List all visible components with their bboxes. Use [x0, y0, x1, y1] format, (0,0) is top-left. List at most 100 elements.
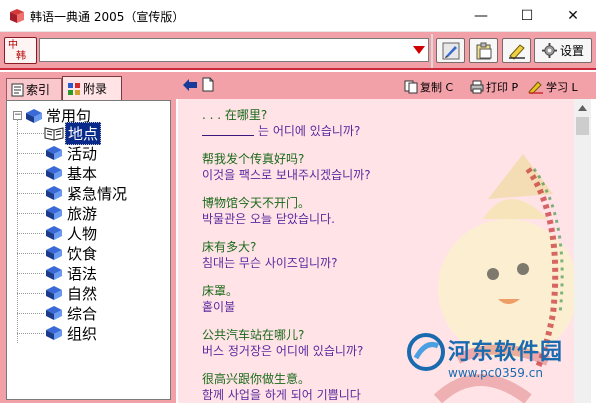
phrase-korean-line: 침대는 무슨 사이즈입니까?: [202, 255, 337, 271]
content-toolbar: 复制 C 打印 P 学习 L: [176, 72, 596, 99]
close-button[interactable]: ✕: [550, 0, 596, 32]
copy-icon: [404, 80, 418, 94]
phrase-chinese: 公共汽车站在哪儿?: [202, 328, 305, 342]
tree-item[interactable]: 自然: [17, 283, 99, 303]
watermark: 河东软件园 www.pc0359.cn: [404, 328, 592, 390]
tab-index-label: 索引: [26, 83, 51, 97]
tree-connector: [17, 192, 44, 194]
phrase-entry[interactable]: 公共汽车站在哪儿? 버스 정거장은 어디에 있습니까?: [202, 327, 363, 359]
window-title: 韩语一典通 2005（宣传版）: [30, 10, 185, 24]
phrase-korean: 버스 정거장은 어디에 있습니까?: [202, 344, 364, 358]
maximize-button[interactable]: ☐: [504, 0, 550, 32]
print-button[interactable]: 打印 P: [470, 79, 518, 95]
print-label: 打印 P: [486, 81, 519, 94]
notepad-button[interactable]: [502, 38, 531, 63]
tree-connector: [17, 272, 44, 274]
phrase-korean: 박물관은 오늘 닫았습니다.: [202, 212, 335, 226]
tab-appendix[interactable]: 附录: [62, 76, 122, 100]
tree-item[interactable]: 活动: [17, 143, 99, 163]
settings-button[interactable]: 设置: [534, 38, 592, 63]
phrase-entry[interactable]: 博物馆今天不开门。 박물관은 오늘 닫았습니다.: [202, 195, 335, 227]
phrase-korean-line: 함께 사업을 하게 되어 기쁩니다: [202, 387, 361, 403]
appendix-grid-icon: [68, 82, 80, 95]
watermark-logo-icon: [407, 333, 445, 371]
title-bar: 韩语一典通 2005（宣传版） — ☐ ✕: [0, 0, 596, 32]
toolbar: 中 韩 设置: [0, 32, 596, 70]
tab-appendix-label: 附录: [83, 82, 108, 96]
tree-item[interactable]: 基本: [17, 163, 99, 183]
tree-item-label: 地点: [65, 121, 102, 145]
back-arrow-icon[interactable]: [182, 78, 198, 92]
index-page-icon: [11, 83, 24, 96]
tree-item-label: 饮食: [67, 244, 98, 263]
phrase-korean-line: 박물관은 오늘 닫았습니다.: [202, 211, 335, 227]
book-icon: [46, 326, 62, 340]
left-panel: 索引 附录 − 常用句 地点 活动 基本 紧急情况 旅游 人物 饮食 语法 自然 综合 组织: [0, 72, 176, 403]
phrase-chinese: 床罩。: [202, 284, 239, 298]
page-icon[interactable]: [202, 77, 214, 92]
book-icon: [46, 166, 62, 180]
app-book-icon: [10, 9, 24, 23]
phrase-korean: 함께 사업을 하게 되어 기쁩니다: [202, 388, 361, 402]
book-icon: [46, 226, 62, 240]
lang-source-label: 中: [8, 40, 18, 51]
book-icon: [46, 286, 62, 300]
study-icon: [528, 81, 543, 94]
search-dropdown-button[interactable]: [410, 39, 428, 61]
clipboard-button[interactable]: [469, 38, 498, 63]
tree-item-label: 基本: [67, 164, 98, 183]
phrase-korean: 홑이불: [202, 300, 236, 314]
tree-connector: [17, 332, 44, 334]
phrase-korean-line: 버스 정거장은 어디에 있습니까?: [202, 343, 363, 359]
copy-button[interactable]: 复制 C: [404, 79, 453, 95]
tree-item-label: 活动: [67, 144, 98, 163]
tree-connector: [17, 292, 44, 294]
phrase-chinese: 帮我发个传真好吗?: [202, 152, 305, 166]
dropdown-arrow-icon: [413, 46, 425, 54]
phrase-tree: − 常用句 地点 活动 基本 紧急情况 旅游 人物 饮食 语法 自然 综合 组织: [6, 100, 171, 400]
scroll-thumb[interactable]: [576, 117, 589, 135]
language-direction-button[interactable]: 中 韩: [4, 37, 37, 64]
scroll-up-button[interactable]: [574, 99, 591, 116]
open-book-icon: [44, 127, 64, 141]
tree-item-label: 语法: [67, 264, 98, 283]
edit-button[interactable]: [436, 38, 465, 63]
book-icon: [46, 266, 62, 280]
book-icon: [46, 246, 62, 260]
tree-item[interactable]: 紧急情况: [17, 183, 129, 203]
tree-item[interactable]: 饮食: [17, 243, 99, 263]
notepad-icon: [508, 43, 525, 60]
tree-connector: [17, 232, 44, 234]
search-input[interactable]: [39, 38, 429, 62]
phrase-chinese: 博物馆今天不开门。: [202, 196, 311, 210]
print-icon: [470, 80, 484, 94]
phrase-korean: 이것을 팩스로 보내주시겠습니까?: [202, 168, 371, 182]
phrase-entry[interactable]: 帮我发个传真好吗? 이것을 팩스로 보내주시겠습니까?: [202, 151, 371, 183]
clipboard-icon: [476, 42, 491, 59]
tree-item-label: 紧急情况: [67, 184, 128, 203]
gear-icon: [541, 43, 557, 58]
phrase-korean: 침대는 무슨 사이즈입니까?: [202, 256, 338, 270]
minimize-button[interactable]: —: [458, 0, 504, 32]
phrase-korean-line: 이것을 팩스로 보내주시겠습니까?: [202, 167, 371, 183]
tree-item[interactable]: 语法: [17, 263, 99, 283]
tab-index[interactable]: 索引: [6, 78, 62, 100]
tree-item-label: 综合: [67, 304, 98, 323]
book-icon: [46, 206, 62, 220]
fill-blank: [202, 124, 254, 136]
tree-item-label: 人物: [67, 224, 98, 243]
phrase-entry[interactable]: 床有多大? 침대는 무슨 사이즈입니까?: [202, 239, 337, 271]
phrase-chinese: 很高兴跟你做生意。: [202, 372, 311, 386]
tree-item[interactable]: 组织: [17, 323, 99, 343]
tree-item[interactable]: 旅游: [17, 203, 99, 223]
study-button[interactable]: 学习 L: [528, 79, 578, 95]
phrase-entry[interactable]: 床罩。 홑이불: [202, 283, 238, 315]
phrase-entry[interactable]: 很高兴跟你做生意。 함께 사업을 하게 되어 기쁩니다: [202, 371, 361, 403]
tree-connector: [17, 252, 44, 254]
study-label: 学习 L: [546, 81, 578, 94]
tree-item[interactable]: 人物: [17, 223, 99, 243]
phrase-entry[interactable]: . . . 在哪里? 는 어디에 있습니까?: [202, 107, 360, 139]
tree-item[interactable]: 地点: [17, 121, 102, 145]
tree-item[interactable]: 综合: [17, 303, 99, 323]
tree-connector: [17, 132, 44, 134]
